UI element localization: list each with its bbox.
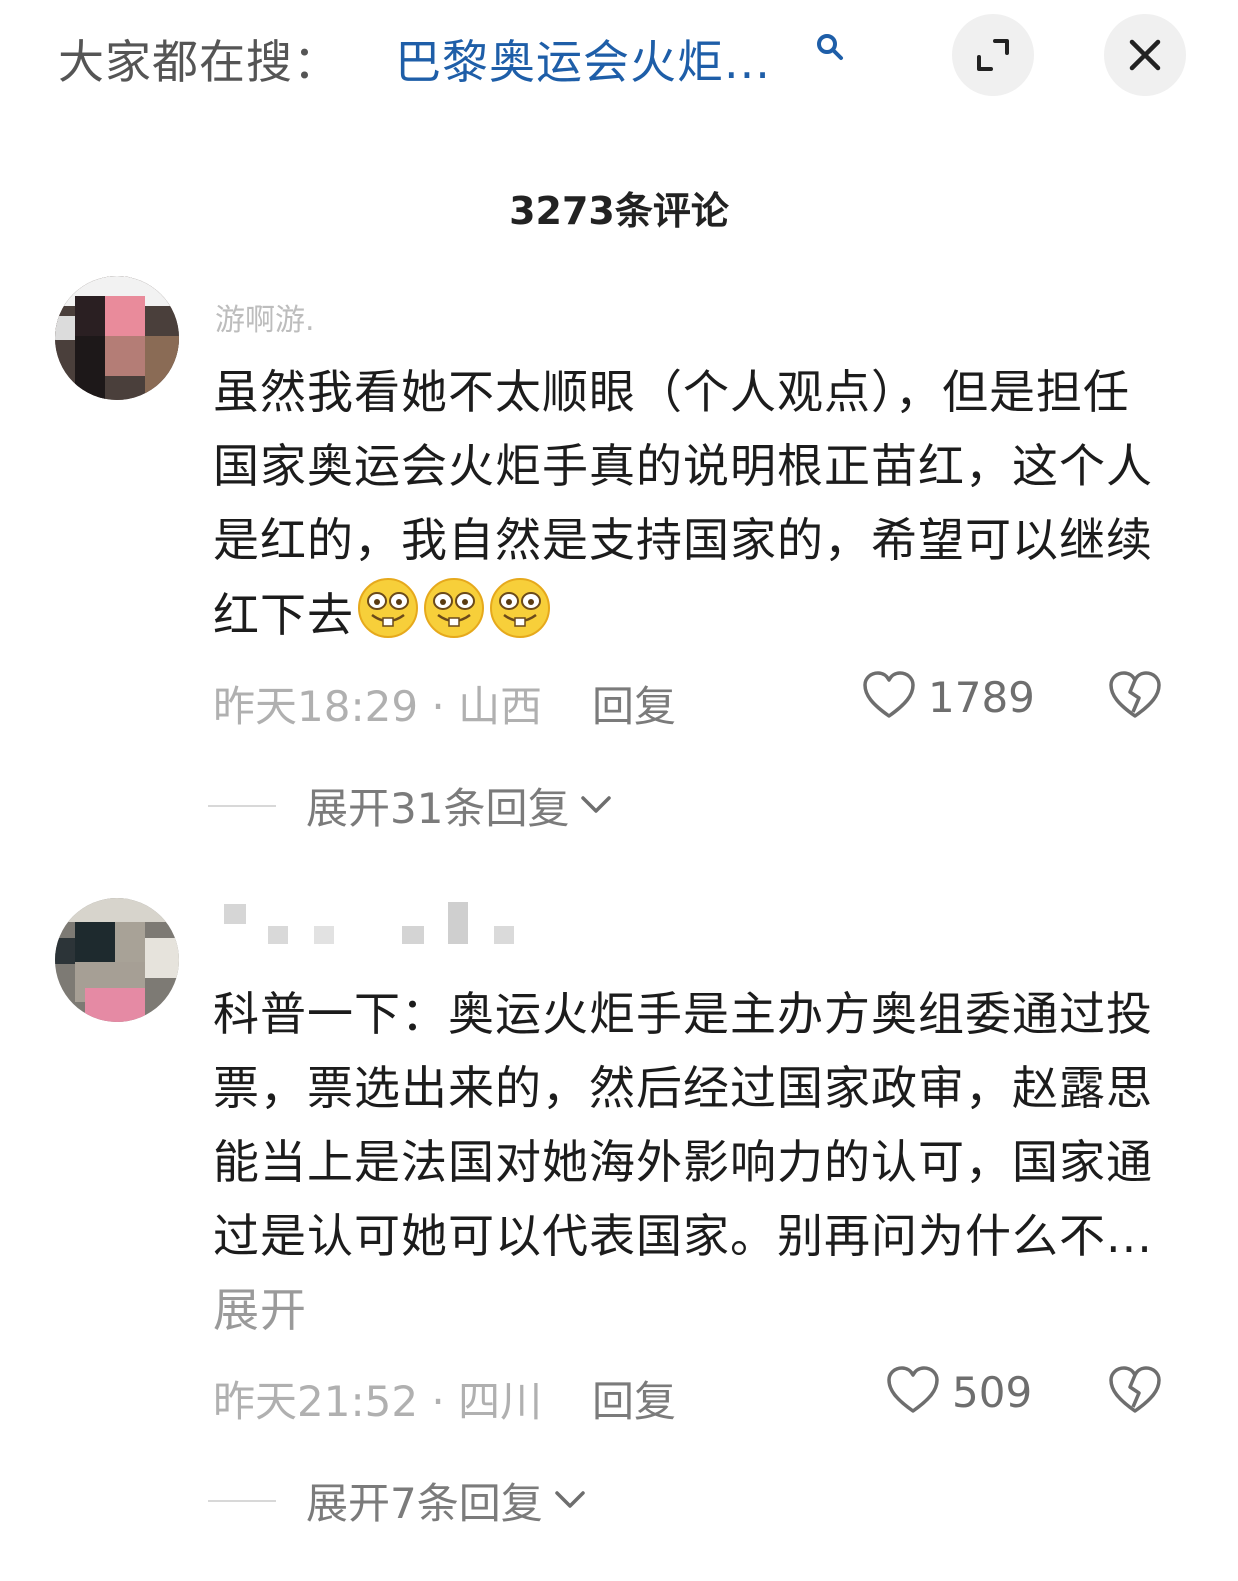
trending-query-link[interactable]: 巴黎奥运会火炬...: [395, 26, 771, 92]
grin-emoji-icon: [422, 577, 486, 660]
comment-text: 虽然我看她不太顺眼（个人观点），但是担任国家奥运会火炬手真的说明根正苗红，这个人…: [213, 355, 1173, 660]
expand-replies-button[interactable]: 展开7条回复: [208, 1470, 587, 1531]
reply-button[interactable]: 回复: [592, 673, 676, 734]
comment-username-redacted[interactable]: [222, 900, 522, 946]
chevron-down-icon: [579, 792, 613, 820]
grin-emoji-icon: [356, 577, 420, 660]
expand-replies-label: 展开31条回复: [306, 784, 570, 833]
chevron-down-icon: [553, 1487, 587, 1515]
broken-heart-icon[interactable]: [1108, 1365, 1162, 1419]
heart-icon: [862, 670, 916, 724]
reply-button[interactable]: 回复: [592, 1368, 676, 1429]
expand-replies-button[interactable]: 展开31条回复: [208, 775, 613, 836]
comment-meta: 昨天18:29 · 山西: [213, 682, 543, 731]
like-count: 1789: [928, 672, 1035, 722]
comment-count-title: 3273条评论: [509, 189, 729, 233]
broken-heart-icon[interactable]: [1108, 670, 1162, 724]
like-count: 509: [952, 1367, 1033, 1417]
top-search-bar: 大家都在搜： 巴黎奥运会火炬...: [0, 0, 1238, 110]
comment-text: 科普一下：奥运火炬手是主办方奥组委通过投票，票选出来的，然后经过国家政审，赵露思…: [213, 977, 1173, 1347]
comment-username[interactable]: 游啊游.: [215, 295, 315, 339]
divider-line: [208, 1499, 276, 1502]
avatar[interactable]: [55, 898, 179, 1022]
comment-text-content: 虽然我看她不太顺眼（个人观点），但是担任国家奥运会火炬手真的说明根正苗红，这个人…: [213, 365, 1153, 642]
close-button[interactable]: [1104, 14, 1186, 96]
avatar[interactable]: [55, 276, 179, 400]
comment-text-content: 科普一下：奥运火炬手是主办方奥组委通过投票，票选出来的，然后经过国家政审，赵露思…: [213, 987, 1153, 1263]
expand-replies-label: 展开7条回复: [306, 1479, 543, 1528]
expand-button[interactable]: [952, 14, 1034, 96]
heart-icon: [886, 1365, 940, 1419]
grin-emoji-icon: [488, 577, 552, 660]
like-button[interactable]: 509: [886, 1365, 1032, 1419]
like-button[interactable]: 1789: [862, 670, 1035, 724]
trending-label: 大家都在搜：: [58, 35, 340, 89]
search-icon[interactable]: [815, 32, 845, 62]
divider-line: [208, 804, 276, 807]
expand-text-button[interactable]: 展开: [213, 1283, 307, 1337]
comment-meta: 昨天21:52 · 四川: [213, 1377, 543, 1426]
